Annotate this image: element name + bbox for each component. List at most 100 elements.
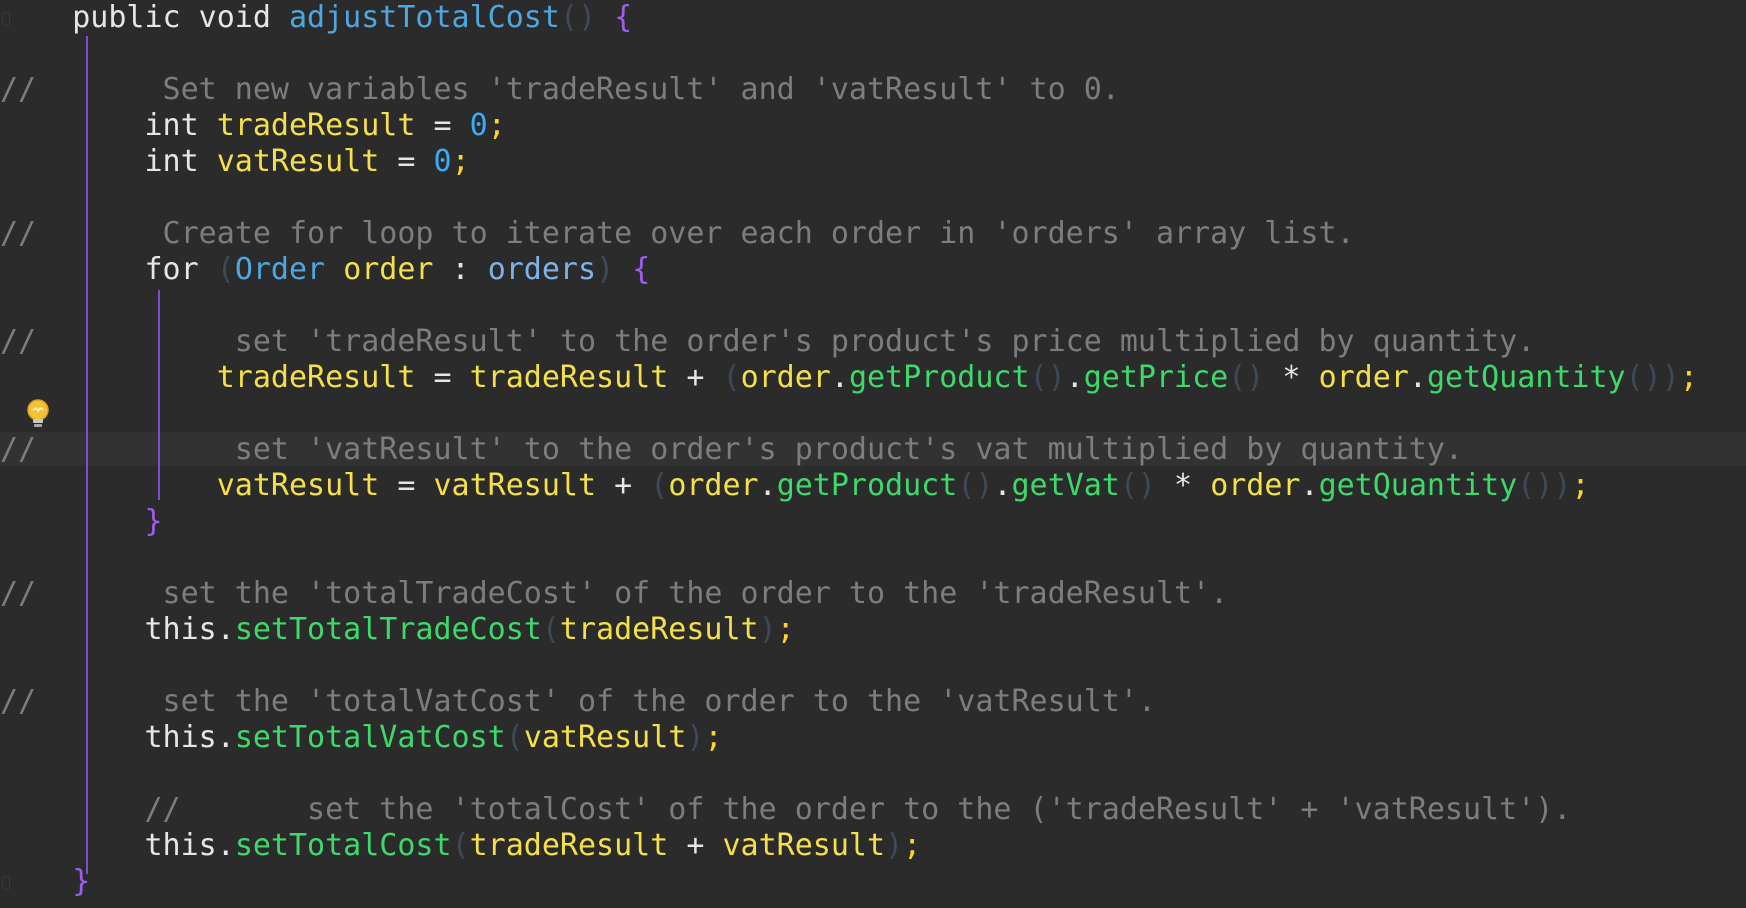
code-line[interactable]: // set 'tradeResult' to the order's prod… — [0, 324, 1535, 360]
code-token: vatResult — [433, 468, 597, 503]
code-token: () — [1119, 468, 1156, 503]
code-token: () — [559, 0, 597, 35]
code-token: setTotalTradeCost — [234, 612, 542, 647]
code-line[interactable]: } — [0, 504, 163, 540]
code-token: . — [993, 468, 1012, 503]
code-token: ; — [487, 108, 506, 143]
code-token: // set the 'totalVatCost' of the order t… — [0, 684, 1156, 719]
code-line[interactable]: vatResult = vatResult + (order.getProduc… — [0, 468, 1590, 504]
code-token: order — [343, 252, 434, 287]
code-line[interactable]: this.setTotalCost(tradeResult + vatResul… — [0, 828, 922, 864]
code-token: = — [415, 360, 470, 395]
code-line[interactable]: // Create for loop to iterate over each … — [0, 216, 1355, 252]
code-token: tradeResult — [469, 828, 669, 863]
code-token: vatResult — [216, 144, 380, 179]
code-line[interactable]: this.setTotalTradeCost(tradeResult); — [0, 612, 795, 648]
code-token: tradeResult — [216, 360, 416, 395]
code-token: + — [596, 468, 651, 503]
code-token: public void — [72, 0, 289, 35]
code-line[interactable]: int tradeResult = 0; — [0, 108, 506, 144]
code-line[interactable]: int vatResult = 0; — [0, 144, 470, 180]
code-token: vatResult — [722, 828, 886, 863]
code-token: () — [957, 468, 994, 503]
code-token: // set 'vatResult' to the order's produc… — [0, 432, 1463, 467]
code-token: ( — [541, 612, 560, 647]
code-token: . — [1408, 360, 1427, 395]
code-token: ()) — [1517, 468, 1572, 503]
code-token: order — [1318, 360, 1409, 395]
code-token: setTotalCost — [234, 828, 452, 863]
code-token: = — [379, 144, 434, 179]
code-token: adjustTotalCost — [289, 0, 560, 35]
code-token: int — [144, 108, 217, 143]
code-line[interactable]: public void adjustTotalCost() { — [0, 0, 632, 36]
code-token: ; — [451, 144, 470, 179]
code-line[interactable]: // set 'vatResult' to the order's produc… — [0, 432, 1463, 468]
code-token: ) — [885, 828, 904, 863]
code-token: tradeResult — [559, 612, 759, 647]
code-line[interactable]: // set the 'totalTradeCost' of the order… — [0, 576, 1228, 612]
code-editor[interactable]: public void adjustTotalCost() {// Set ne… — [0, 0, 1746, 908]
code-token: order — [740, 360, 831, 395]
code-token: tradeResult — [469, 360, 669, 395]
code-token: this — [144, 612, 217, 647]
code-token: ; — [704, 720, 723, 755]
code-line[interactable]: tradeResult = tradeResult + (order.getPr… — [0, 360, 1698, 396]
code-token: ) — [596, 252, 615, 287]
code-token: . — [1300, 468, 1319, 503]
code-token: vatResult — [523, 720, 687, 755]
code-token: vatResult — [216, 468, 380, 503]
code-token: getPrice — [1083, 360, 1229, 395]
code-token: ( — [216, 252, 235, 287]
code-line[interactable]: // set the 'totalCost' of the order to t… — [0, 792, 1571, 828]
code-token: ( — [722, 360, 741, 395]
code-token: . — [216, 720, 235, 755]
code-token: order — [1210, 468, 1301, 503]
code-token: for — [144, 252, 217, 287]
code-token: Order — [234, 252, 344, 287]
code-token: getProduct — [848, 360, 1030, 395]
code-token: () — [1228, 360, 1265, 395]
code-token: this — [144, 828, 217, 863]
code-token: ; — [1679, 360, 1698, 395]
code-token: . — [216, 612, 235, 647]
code-token: // set the 'totalCost' of the order to t… — [0, 792, 1572, 827]
code-token: . — [1065, 360, 1084, 395]
code-token: 0 — [469, 108, 488, 143]
code-line[interactable]: // Set new variables 'tradeResult' and '… — [0, 72, 1120, 108]
code-token: getProduct — [776, 468, 958, 503]
code-token: + — [668, 360, 723, 395]
code-token: { — [632, 252, 651, 287]
code-token: 0 — [433, 144, 452, 179]
code-token: ( — [650, 468, 669, 503]
code-token: orders — [487, 252, 597, 287]
code-token: ( — [451, 828, 470, 863]
code-token: getQuantity — [1318, 468, 1518, 503]
code-line[interactable]: this.setTotalVatCost(vatResult); — [0, 720, 723, 756]
code-line[interactable]: } — [0, 864, 90, 900]
code-line[interactable]: // set the 'totalVatCost' of the order t… — [0, 684, 1156, 720]
code-token: ; — [776, 612, 795, 647]
code-token: } — [72, 864, 91, 899]
code-token: // set the 'totalTradeCost' of the order… — [0, 576, 1229, 611]
code-token: . — [216, 828, 235, 863]
code-token: // set 'tradeResult' to the order's prod… — [0, 324, 1536, 359]
code-token: getQuantity — [1426, 360, 1626, 395]
code-token: ()) — [1625, 360, 1680, 395]
code-token: // Create for loop to iterate over each … — [0, 216, 1355, 251]
code-token: + — [668, 828, 723, 863]
code-line[interactable]: for (Order order : orders) { — [0, 252, 651, 288]
lightbulb-icon[interactable] — [24, 398, 52, 432]
code-token: : — [433, 252, 488, 287]
code-token: { — [614, 0, 633, 35]
code-token: // Set new variables 'tradeResult' and '… — [0, 72, 1120, 107]
